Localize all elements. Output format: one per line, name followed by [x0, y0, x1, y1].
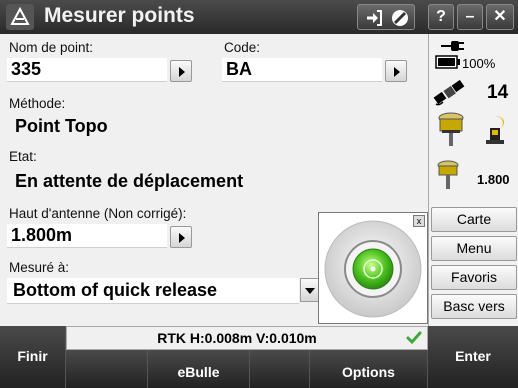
point-name-value: 335 [11, 59, 42, 79]
antenna-height-field[interactable]: 1.800m [7, 224, 167, 248]
state-value: En attente de déplacement [15, 171, 244, 191]
battery-percent: 100% [462, 56, 496, 71]
menu-button[interactable]: Menu [431, 236, 517, 261]
ebubble-button[interactable]: eBulle [148, 350, 250, 388]
page-title: Mesurer points [44, 4, 195, 27]
antenna-icon [437, 160, 459, 195]
help-button[interactable]: ? [428, 4, 454, 30]
options-label: Options [342, 364, 395, 380]
method-value[interactable]: Point Topo [15, 116, 108, 137]
antenna-height-value: 1.800m [11, 225, 73, 245]
app-window: Mesurer points ? – ✕ Nom de point: 335 C… [0, 0, 518, 388]
switch-to-button[interactable]: Basc vers [431, 294, 517, 319]
code-field[interactable]: BA [222, 58, 382, 82]
antenna-height-arrow-button[interactable] [170, 226, 192, 248]
rtk-precision-text: RTK H:0.008m V:0.010m [157, 330, 317, 346]
method-label: Méthode: [9, 96, 66, 111]
antenna-height-label: Haut d'antenne (Non corrigé): [9, 206, 187, 221]
satellite-count: 14 [487, 82, 509, 103]
finish-button[interactable]: Finir [0, 326, 66, 388]
finish-label: Finir [17, 348, 48, 364]
state-label: Etat: [9, 149, 37, 164]
code-label: Code: [224, 40, 261, 55]
rtk-status-bar: RTK H:0.008m V:0.010m [66, 326, 428, 350]
measured-to-select[interactable]: Bottom of quick release [7, 278, 299, 304]
check-icon [405, 329, 423, 347]
measured-to-dropdown-button[interactable] [300, 278, 320, 302]
ebubble-label: eBulle [177, 364, 220, 380]
code-value: BA [226, 59, 252, 79]
status-side-panel: 100% 14 1.800 Carte Menu Favoris Basc ve… [428, 34, 518, 326]
favorites-button[interactable]: Favoris [431, 265, 517, 290]
satellite-icon[interactable] [433, 78, 467, 113]
point-name-label: Nom de point: [9, 40, 94, 55]
measured-to-label: Mesuré à: [9, 260, 70, 275]
bubble-level-icon [324, 220, 422, 318]
enter-button[interactable]: Enter [428, 326, 518, 388]
rover-icon[interactable] [481, 114, 509, 153]
login-arrow-icon[interactable] [364, 8, 384, 28]
softkey-blank-2[interactable] [250, 350, 310, 388]
map-button[interactable]: Carte [431, 207, 517, 232]
title-bar: Mesurer points ? – ✕ [0, 0, 518, 34]
ebubble-popup: x [318, 212, 428, 324]
battery-icon [435, 55, 461, 74]
ebubble-close-button[interactable]: x [413, 215, 425, 227]
no-entry-icon[interactable] [390, 8, 410, 28]
minimize-button[interactable]: – [457, 4, 483, 30]
enter-label: Enter [455, 348, 491, 364]
antenna-height-readout: 1.800 [477, 172, 510, 187]
app-logo-icon[interactable] [6, 4, 34, 30]
point-name-arrow-button[interactable] [170, 60, 192, 82]
code-arrow-button[interactable] [385, 60, 407, 82]
point-name-field[interactable]: 335 [7, 58, 167, 82]
close-button[interactable]: ✕ [486, 4, 514, 30]
options-button[interactable]: Options [310, 350, 428, 388]
softkey-blank-1[interactable] [66, 350, 148, 388]
measured-to-value: Bottom of quick release [13, 280, 218, 300]
title-tool-group [357, 4, 415, 30]
gnss-receiver-icon[interactable] [437, 112, 465, 153]
